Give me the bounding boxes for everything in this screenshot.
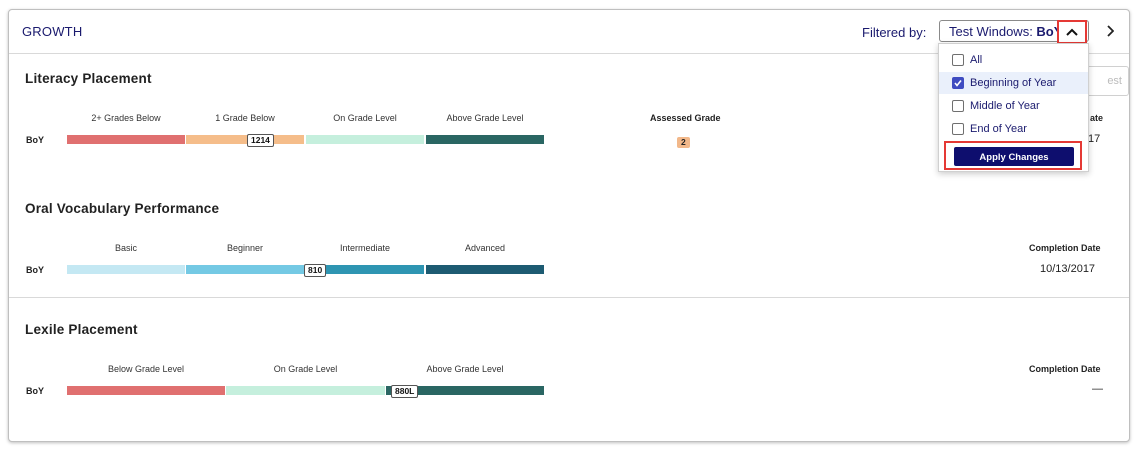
apply-changes-highlight: Apply Changes [944,141,1082,170]
vocabulary-level-2: Beginner [226,243,264,253]
literacy-bar-seg-2 [186,135,304,144]
literacy-score-badge: 1214 [247,134,274,147]
dropdown-option-label: End of Year [970,123,1027,135]
vocabulary-row-label: BoY [26,265,44,275]
lexile-completion-label: Completion Date [1029,364,1101,374]
literacy-level-1: 2+ Grades Below [91,113,161,123]
dropdown-option-end-of-year[interactable]: End of Year [939,118,1088,140]
section-divider [9,297,1129,298]
vocabulary-bar-seg-1 [67,265,185,274]
literacy-bar-seg-4 [426,135,544,144]
lexile-level-2: On Grade Level [273,364,338,374]
lexile-score-badge: 880L [391,385,419,398]
dropdown-option-label: All [970,54,983,66]
literacy-bar-seg-1 [67,135,185,144]
vocabulary-completion-date: 10/13/2017 [1040,263,1096,275]
dropdown-option-label: Beginning of Year [970,77,1057,89]
lexile-level-1: Below Grade Level [107,364,185,374]
literacy-bar-seg-3 [306,135,424,144]
dropdown-option-beginning-of-year[interactable]: Beginning of Year [939,72,1088,94]
filter-label: Filtered by: [862,25,927,40]
lexile-completion-date: — [1092,383,1103,395]
check-icon [954,80,962,87]
lexile-row-label: BoY [26,386,44,396]
dropdown-option-label: Middle of Year [970,100,1040,112]
dropdown-option-all[interactable]: All [939,49,1088,71]
lexile-bar-seg-2 [226,386,385,395]
test-window-select-text: Test Windows: BoY [949,24,1062,39]
vocabulary-score-badge: 810 [304,264,327,277]
vocabulary-level-3: Intermediate [339,243,391,253]
test-window-dropdown: All Beginning of Year Middle of Year End… [938,43,1089,172]
apply-changes-button[interactable]: Apply Changes [954,147,1074,166]
vocabulary-level-4: Advanced [464,243,506,253]
panel-title: GROWTH [22,24,83,39]
checkbox-middle-of-year[interactable] [952,100,964,112]
chevron-right-icon [1107,25,1114,37]
literacy-date-value: 17 [1088,133,1101,145]
vocabulary-title: Oral Vocabulary Performance [25,201,220,216]
literacy-level-4: Above Grade Level [446,113,524,123]
vocabulary-completion-label: Completion Date [1029,243,1101,253]
vocabulary-bar-seg-4 [426,265,544,274]
chevron-up-icon [1066,28,1078,36]
vocabulary-level-1: Basic [114,243,137,253]
next-button[interactable] [1103,23,1117,39]
checkbox-all[interactable] [952,54,964,66]
literacy-title: Literacy Placement [25,71,152,86]
partial-button-label: est [1107,75,1122,87]
dropdown-option-middle-of-year[interactable]: Middle of Year [939,95,1088,117]
filter-prefix: Test Windows: [949,24,1037,39]
vocabulary-bar-seg-2 [186,265,304,274]
lexile-title: Lexile Placement [25,322,138,337]
literacy-row-label: BoY [26,135,44,145]
lexile-level-3: Above Grade Level [426,364,504,374]
checkbox-end-of-year[interactable] [952,123,964,135]
assessed-grade-label: Assessed Grade [650,113,721,123]
literacy-date-label: ate [1090,113,1104,123]
filter-toggle-button[interactable] [1057,20,1087,44]
literacy-level-2: 1 Grade Below [215,113,275,123]
checkbox-beginning-of-year[interactable] [952,77,964,89]
literacy-level-3: On Grade Level [333,113,397,123]
assessed-grade-badge: 2 [677,137,690,148]
lexile-bar-seg-1 [67,386,225,395]
